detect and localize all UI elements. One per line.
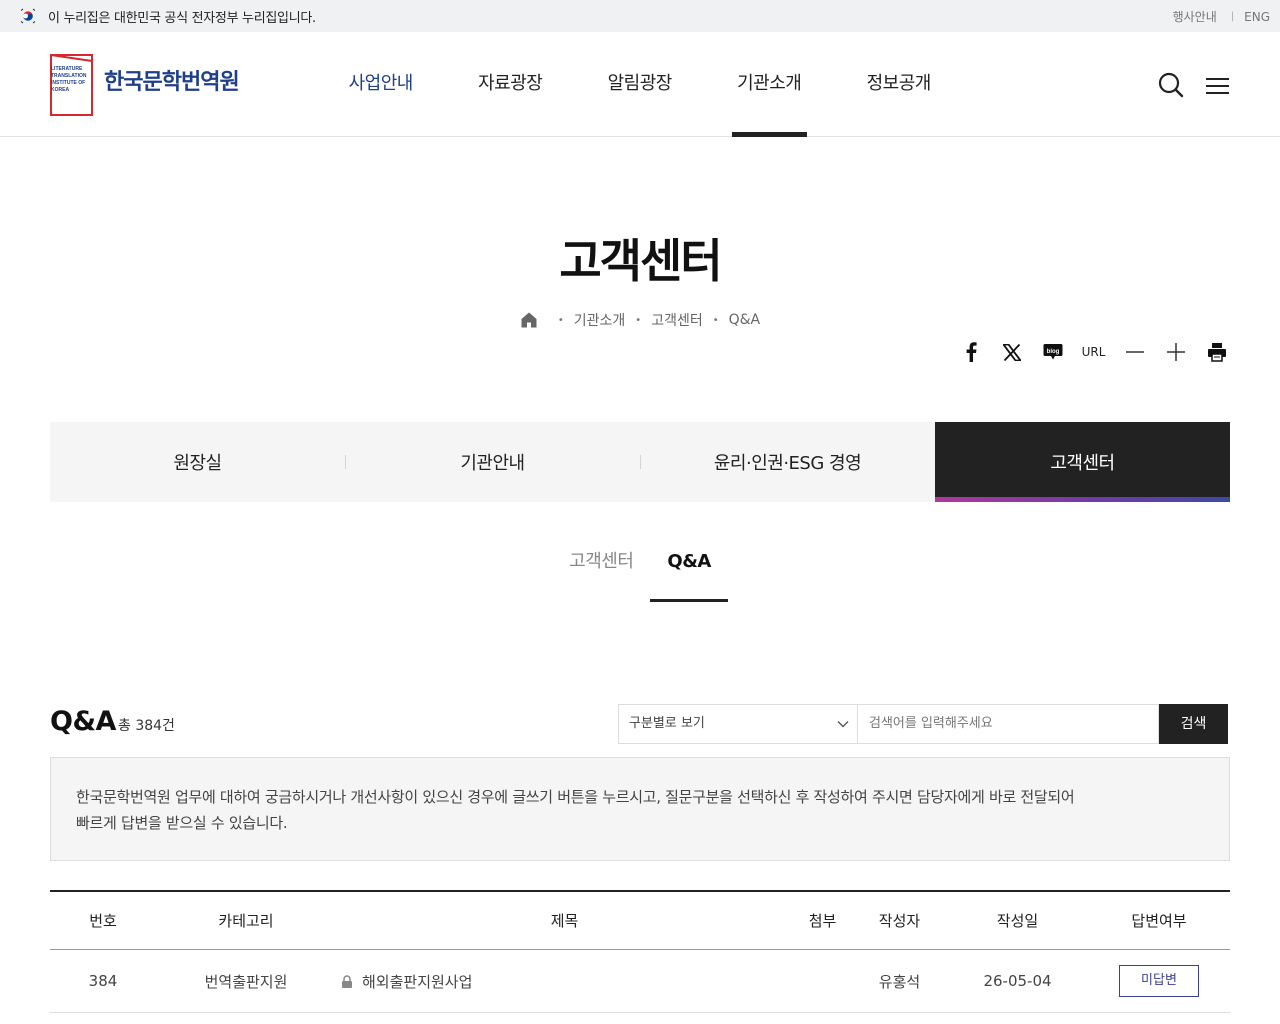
- x-share-button[interactable]: [991, 338, 1032, 366]
- lock-icon: [342, 974, 352, 988]
- table-header: 번호 카테고리 제목 첨부 작성자 작성일 답변여부: [50, 892, 1230, 950]
- nav-business[interactable]: 사업안내: [316, 32, 446, 136]
- english-link[interactable]: ENG: [1244, 10, 1270, 24]
- col-date: 작성일: [996, 912, 1039, 930]
- logo-name[interactable]: 한국문학번역원: [104, 64, 240, 96]
- chevron-down-icon: [837, 721, 849, 728]
- search-input[interactable]: 검색어를 입력해주세요: [858, 704, 1159, 744]
- share-tools: blog URL: [950, 338, 1237, 366]
- url-copy-button[interactable]: URL: [1073, 338, 1114, 366]
- nav-resources[interactable]: 자료광장: [446, 32, 576, 136]
- row-title[interactable]: 해외출판지원사업: [362, 971, 472, 992]
- zoom-out-button[interactable]: [1114, 338, 1155, 366]
- search-icon[interactable]: [1158, 72, 1184, 98]
- qna-table: 번호 카테고리 제목 첨부 작성자 작성일 답변여부 384 번역출판지원 해외…: [50, 890, 1230, 1013]
- row-date: 26-05-04: [983, 972, 1052, 990]
- zoom-in-icon: [1166, 343, 1185, 361]
- page-title: 고객센터: [559, 234, 722, 288]
- section-tabs: 원장실 기관안내 윤리·인권·ESG 경영 고객센터: [50, 422, 1230, 502]
- utility-links: 행사안내 | ENG: [1173, 8, 1270, 25]
- x-icon: [1002, 343, 1021, 361]
- menu-icon[interactable]: [1206, 76, 1229, 96]
- table-row[interactable]: 384 번역출판지원 해외출판지원사업 유홍석 26-05-04 미답변: [50, 950, 1230, 1013]
- home-icon[interactable]: [520, 311, 538, 329]
- nav-news[interactable]: 알림광장: [575, 32, 705, 136]
- row-title-cell[interactable]: 해외출판지원사업: [336, 971, 793, 992]
- sub-tabs: 고객센터 Q&A: [0, 540, 1280, 602]
- board-title: Q&A: [50, 706, 116, 737]
- board-count: 총 384건: [118, 718, 175, 734]
- col-attachment: 첨부: [808, 912, 837, 930]
- print-icon: [1207, 343, 1226, 362]
- search-button[interactable]: 검색: [1159, 704, 1228, 744]
- zoom-in-button[interactable]: [1155, 338, 1196, 366]
- korean-flag-icon: [20, 8, 36, 24]
- gov-banner: 이 누리집은 대한민국 공식 전자정부 누리집입니다. 행사안내 | ENG: [0, 0, 1280, 32]
- breadcrumb-item-about[interactable]: 기관소개: [574, 310, 626, 330]
- facebook-share-button[interactable]: [950, 338, 991, 366]
- facebook-icon: [966, 342, 977, 362]
- breadcrumb: • 기관소개 • 고객센터 • Q&A: [0, 310, 1280, 330]
- nav-disclosure[interactable]: 정보공개: [834, 32, 964, 136]
- subtab-customer-center[interactable]: 고객센터: [552, 540, 650, 602]
- col-number: 번호: [89, 912, 117, 930]
- main-nav: 사업안내 자료광장 알림광장 기관소개 정보공개: [316, 32, 964, 137]
- row-answer-cell: 미답변: [1088, 965, 1230, 997]
- blog-share-button[interactable]: blog: [1032, 338, 1073, 366]
- answer-status-badge: 미답변: [1119, 965, 1199, 997]
- event-link[interactable]: 행사안내: [1173, 8, 1217, 25]
- col-writer: 작성자: [878, 912, 921, 930]
- row-number: 384: [88, 972, 118, 990]
- blog-icon: blog: [1043, 344, 1062, 360]
- breadcrumb-item-customer-center[interactable]: 고객센터: [651, 310, 703, 330]
- tab-ethics-esg[interactable]: 윤리·인권·ESG 경영: [640, 422, 935, 502]
- category-select-value: 구분별로 보기: [629, 716, 705, 731]
- logo-small-text: LITERATURE TRANSLATION INSTITUTE OF KORE…: [51, 66, 87, 93]
- breadcrumb-item-qna[interactable]: Q&A: [729, 312, 761, 328]
- notice-text-line2: 빠르게 답변을 받으실 수 있습니다.: [76, 814, 288, 832]
- notice-text-line1: 한국문학번역원 업무에 대하여 궁금하시거나 개선사항이 있으신 경우에 글쓰기…: [76, 788, 1075, 806]
- zoom-out-icon: [1125, 351, 1144, 353]
- tab-director[interactable]: 원장실: [50, 422, 345, 502]
- col-answer-status: 답변여부: [1131, 912, 1187, 930]
- tab-institution[interactable]: 기관안내: [345, 422, 640, 502]
- nav-about[interactable]: 기관소개: [705, 32, 835, 137]
- notice-box: 한국문학번역원 업무에 대하여 궁금하시거나 개선사항이 있으신 경우에 글쓰기…: [50, 757, 1230, 861]
- breadcrumb-separator: •: [635, 314, 642, 326]
- category-select[interactable]: 구분별로 보기: [618, 704, 858, 744]
- breadcrumb-separator: •: [557, 314, 564, 326]
- tab-customer-center[interactable]: 고객센터: [935, 422, 1230, 502]
- subtab-qna[interactable]: Q&A: [650, 540, 729, 602]
- site-header: LITERATURE TRANSLATION INSTITUTE OF KORE…: [0, 32, 1280, 137]
- row-writer: 유홍석: [878, 972, 921, 991]
- svg-text:blog: blog: [1046, 349, 1059, 355]
- utility-separator: |: [1230, 11, 1235, 22]
- gov-banner-text: 이 누리집은 대한민국 공식 전자정부 누리집입니다.: [48, 11, 316, 26]
- col-category: 카테고리: [218, 912, 274, 930]
- breadcrumb-separator: •: [712, 314, 719, 326]
- col-title: 제목: [550, 912, 579, 930]
- row-category: 번역출판지원: [204, 972, 288, 991]
- print-button[interactable]: [1196, 338, 1237, 366]
